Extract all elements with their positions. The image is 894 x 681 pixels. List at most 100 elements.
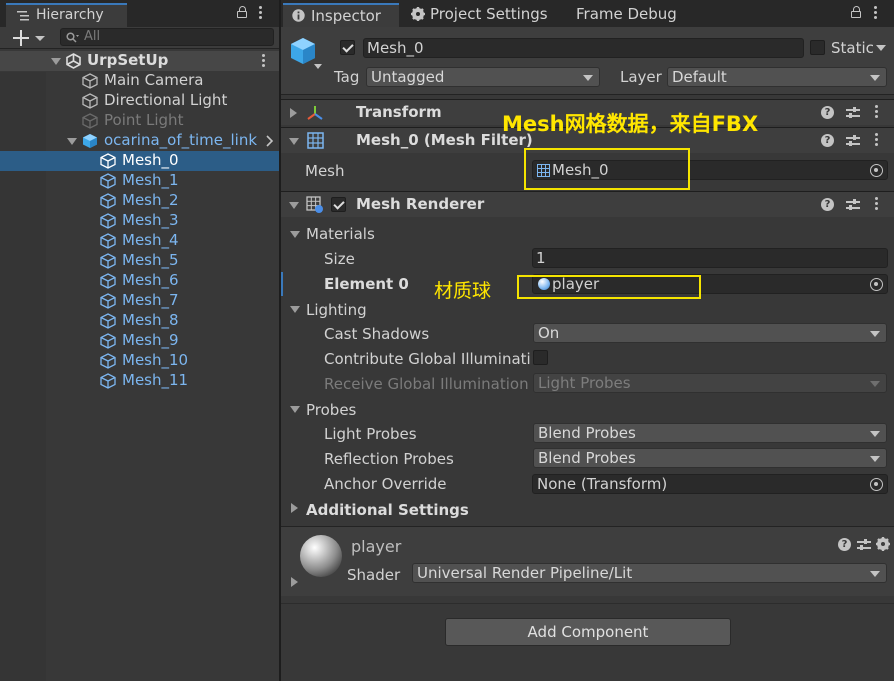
hierarchy-item[interactable]: Directional Light	[0, 91, 279, 111]
transform-fold-icon[interactable]	[290, 108, 297, 118]
reflection-probes-dropdown[interactable]: Blend Probes	[533, 448, 887, 468]
help-icon[interactable]: ?	[838, 538, 851, 551]
presets-icon[interactable]	[846, 106, 860, 119]
hierarchy-tab-label: Hierarchy	[36, 7, 104, 23]
shader-dropdown[interactable]: Universal Render Pipeline/Lit	[412, 563, 887, 583]
hierarchy-item[interactable]: Mesh_11	[0, 371, 279, 391]
mesh-renderer-enabled-checkbox[interactable]	[331, 197, 346, 212]
hierarchy-item-label: Mesh_4	[122, 231, 179, 249]
hierarchy-item[interactable]: Mesh_2	[0, 191, 279, 211]
help-icon[interactable]: ?	[821, 106, 834, 119]
tab-hierarchy[interactable]: Hierarchy	[6, 3, 127, 27]
hierarchy-menu-icon[interactable]	[259, 6, 263, 20]
static-dropdown-arrow-icon[interactable]	[876, 45, 886, 51]
hierarchy-item[interactable]: Mesh_10	[0, 351, 279, 371]
hierarchy-item[interactable]: Mesh_0	[0, 151, 279, 171]
hierarchy-item[interactable]: Mesh_6	[0, 271, 279, 291]
object-picker-icon[interactable]	[870, 278, 883, 291]
additional-settings-fold-icon[interactable]	[291, 503, 298, 513]
gameobject-cube-icon	[100, 293, 116, 309]
additional-settings-label[interactable]: Additional Settings	[306, 501, 469, 519]
hierarchy-item[interactable]: Mesh_7	[0, 291, 279, 311]
tag-dropdown[interactable]: Untagged	[366, 67, 600, 87]
hierarchy-item-label: Mesh_3	[122, 211, 179, 229]
presets-icon[interactable]	[857, 538, 871, 551]
hierarchy-item[interactable]: Mesh_5	[0, 251, 279, 271]
tab-inspector-label: Inspector	[311, 7, 381, 25]
divider	[281, 603, 894, 604]
hierarchy-item[interactable]: Mesh_9	[0, 331, 279, 351]
probes-label[interactable]: Probes	[306, 401, 356, 419]
chevron-right-icon[interactable]	[266, 135, 274, 147]
hierarchy-item[interactable]: Mesh_1	[0, 171, 279, 191]
mesh-renderer-menu-icon[interactable]	[875, 197, 879, 211]
anchor-override-label: Anchor Override	[324, 475, 447, 493]
tab-inspector[interactable]: Inspector	[283, 3, 399, 27]
help-icon[interactable]: ?	[821, 198, 834, 211]
gameobject-cube-icon	[100, 333, 116, 349]
anchor-override-field[interactable]: None (Transform)	[532, 474, 888, 494]
scene-menu-icon[interactable]	[262, 54, 266, 68]
add-component-button[interactable]: Add Component	[445, 618, 731, 646]
material-settings-gear-icon[interactable]	[876, 537, 890, 551]
material-fold-icon[interactable]	[291, 577, 298, 587]
dropdown-arrow-icon	[870, 431, 880, 437]
create-button[interactable]	[13, 30, 47, 46]
hierarchy-search-input[interactable]: All	[60, 28, 274, 46]
hierarchy-item[interactable]: Mesh_8	[0, 311, 279, 331]
gameobject-cube-icon	[100, 173, 116, 189]
inspector-lock-icon[interactable]	[851, 6, 861, 18]
cast-shadows-dropdown[interactable]: On	[533, 323, 887, 343]
gameobject-name-field[interactable]: Mesh_0	[363, 38, 804, 58]
inspector-menu-icon[interactable]	[874, 6, 878, 20]
object-picker-icon[interactable]	[870, 164, 883, 177]
hierarchy-item-prefab[interactable]: ocarina_of_time_link	[0, 131, 279, 151]
scene-fold-arrow-icon[interactable]	[51, 58, 61, 65]
hierarchy-item[interactable]: Mesh_4	[0, 231, 279, 251]
scene-row[interactable]: UrpSetUp	[0, 51, 279, 71]
probes-fold-icon[interactable]	[290, 406, 300, 413]
contribute-gi-checkbox[interactable]	[533, 350, 548, 365]
presets-icon[interactable]	[846, 198, 860, 211]
gameobject-cube-icon	[100, 313, 116, 329]
mesh-label: Mesh	[305, 162, 345, 180]
layer-dropdown[interactable]: Default	[667, 67, 887, 87]
mesh-renderer-fold-icon[interactable]	[289, 202, 299, 209]
mesh-renderer-component-header[interactable]: Mesh Renderer ?	[281, 191, 894, 217]
materials-fold-icon[interactable]	[290, 231, 300, 238]
tab-project-settings-label: Project Settings	[430, 5, 548, 23]
materials-size-field[interactable]: 1	[532, 248, 888, 268]
lighting-label[interactable]: Lighting	[306, 301, 367, 319]
dropdown-arrow-icon	[870, 381, 880, 387]
gameobject-active-checkbox[interactable]	[340, 40, 355, 55]
lock-icon[interactable]	[237, 6, 247, 18]
mesh-filter-fold-icon[interactable]	[289, 138, 299, 145]
help-icon[interactable]: ?	[821, 134, 834, 147]
gameobject-cube-icon	[82, 73, 98, 89]
static-checkbox[interactable]	[810, 40, 825, 55]
materials-label[interactable]: Materials	[306, 225, 375, 243]
tab-project-settings[interactable]: Project Settings	[406, 3, 556, 27]
object-picker-icon[interactable]	[870, 478, 883, 491]
hierarchy-item[interactable]: Main Camera	[0, 71, 279, 91]
hierarchy-item[interactable]: Point Light	[0, 111, 279, 131]
material-annotation-box	[517, 275, 701, 299]
light-probes-dropdown[interactable]: Blend Probes	[533, 423, 887, 443]
gameobject-cube-icon[interactable]	[290, 36, 324, 72]
transform-title: Transform	[356, 103, 442, 121]
hierarchy-item-label: Mesh_5	[122, 251, 179, 269]
mesh-filter-menu-icon[interactable]	[875, 133, 879, 147]
presets-icon[interactable]	[846, 134, 860, 147]
tab-frame-debug[interactable]: Frame Debug	[576, 3, 686, 27]
unity-scene-icon	[66, 53, 81, 69]
prefab-fold-arrow-icon[interactable]	[67, 138, 77, 145]
material-preview-sphere	[300, 535, 342, 577]
receive-gi-dropdown: Light Probes	[533, 373, 887, 393]
hierarchy-item-label: Mesh_8	[122, 311, 179, 329]
material-name: player	[351, 537, 402, 556]
gameobject-cube-icon	[100, 233, 116, 249]
hierarchy-item-label: Mesh_7	[122, 291, 179, 309]
hierarchy-item[interactable]: Mesh_3	[0, 211, 279, 231]
transform-menu-icon[interactable]	[875, 105, 879, 119]
lighting-fold-icon[interactable]	[290, 306, 300, 313]
